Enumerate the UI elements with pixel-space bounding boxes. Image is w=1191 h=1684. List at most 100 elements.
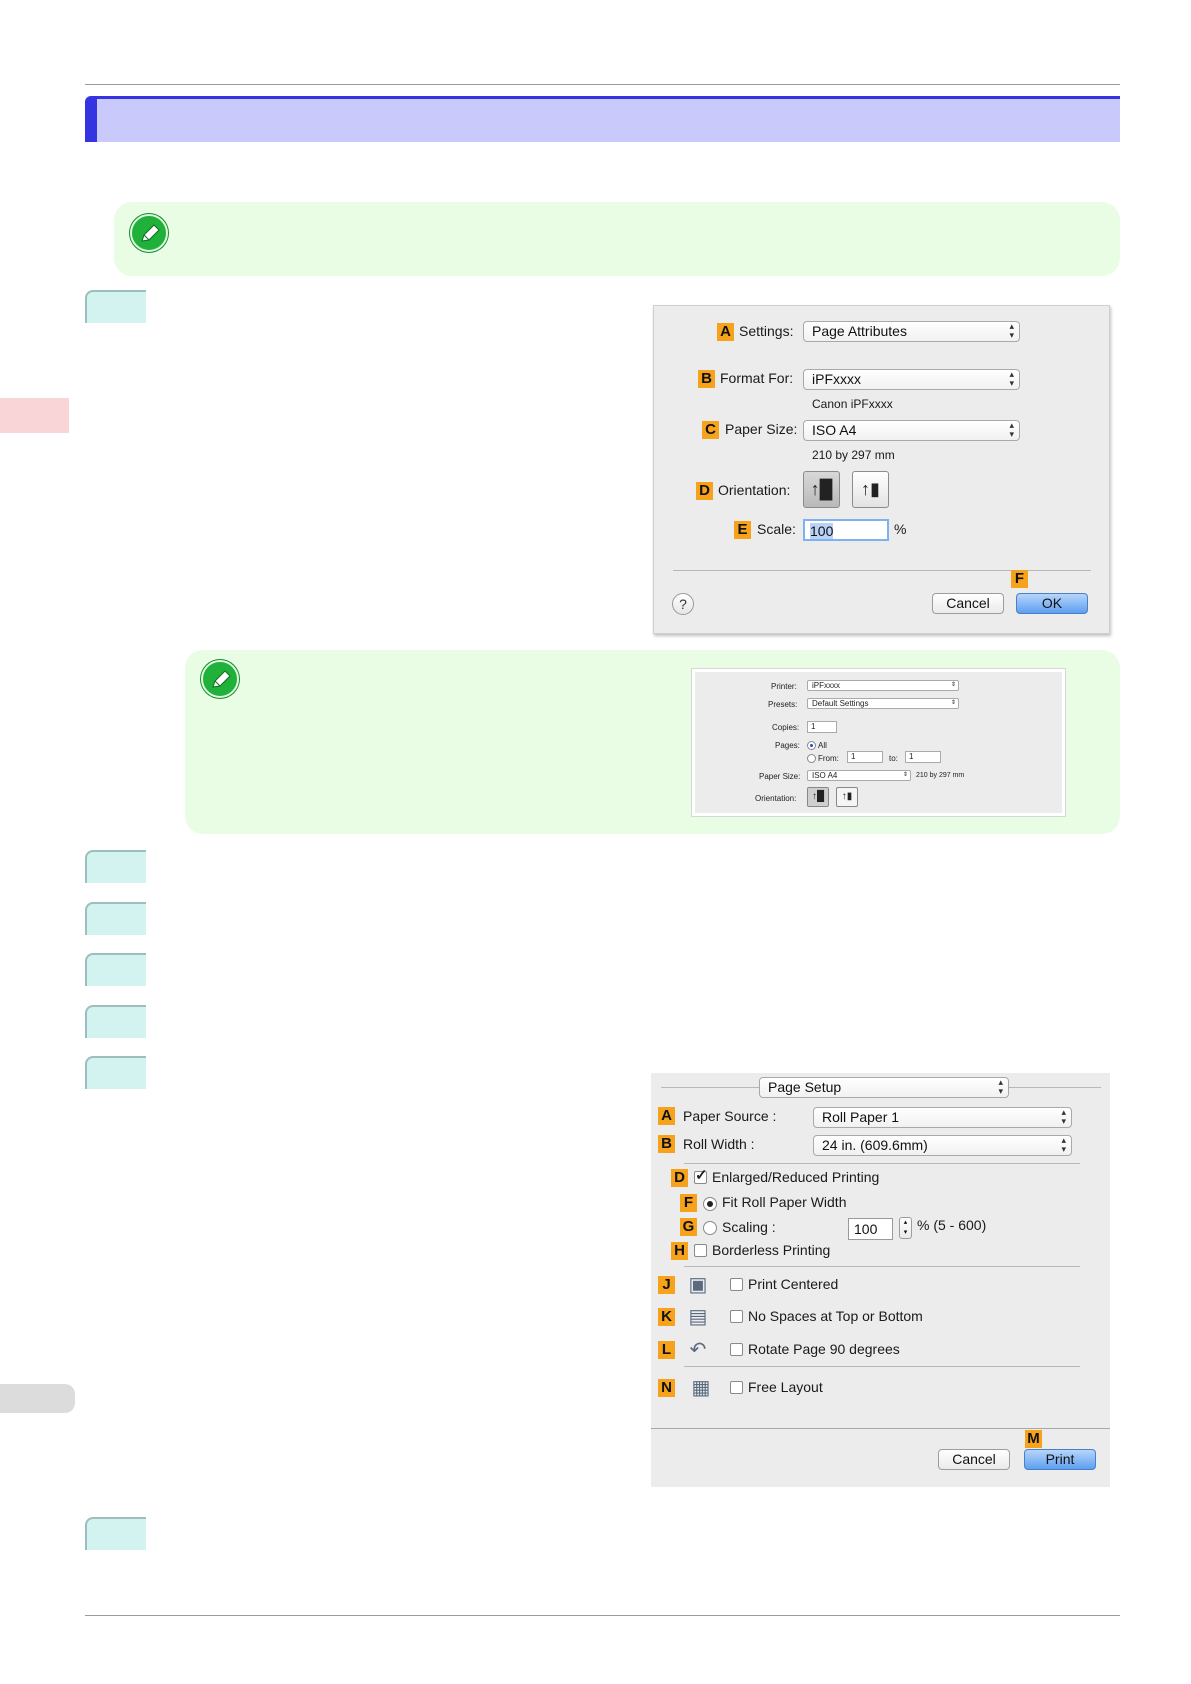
panel-value: Page Setup: [768, 1079, 842, 1095]
top-rule: [85, 84, 1120, 85]
callout-l: L: [658, 1341, 675, 1359]
settings-select[interactable]: Page Attributes ▴ ▾: [803, 321, 1020, 342]
enlarged-checkbox[interactable]: ✓: [694, 1167, 708, 1184]
callout-d: D: [696, 482, 713, 500]
callout-g: G: [680, 1218, 697, 1236]
printer-value: iPFxxxx: [812, 681, 840, 690]
updown-arrows-icon: ▴ ▾: [998, 1077, 1003, 1096]
step-tab-6: [85, 1056, 146, 1089]
paper-source-value: Roll Paper 1: [822, 1109, 900, 1125]
format-for-select[interactable]: iPFxxxx ▴ ▾: [803, 369, 1020, 390]
paper-size-dimensions: 210 by 297 mm: [812, 448, 895, 462]
settings-label: Settings:: [739, 323, 794, 339]
pages-from-input[interactable]: 1: [847, 751, 883, 763]
no-spaces-checkbox[interactable]: [730, 1310, 743, 1323]
paper-size-label: Paper Size:: [725, 421, 798, 437]
fit-roll-label: Fit Roll Paper Width: [722, 1194, 847, 1210]
scaling-range: % (5 - 600): [917, 1217, 987, 1233]
pencil-icon: [201, 660, 239, 698]
section-separator: [684, 1266, 1080, 1267]
free-layout-checkbox[interactable]: [730, 1381, 743, 1394]
mini-orientation-label: Orientation:: [755, 794, 797, 803]
scaling-input[interactable]: 100: [848, 1218, 893, 1240]
portrait-icon[interactable]: ↑█: [807, 787, 829, 807]
format-for-label: Format For:: [720, 370, 794, 386]
dialog-separator: [673, 570, 1091, 571]
printer-select[interactable]: iPFxxxx ⇕: [807, 680, 959, 691]
pencil-icon: [130, 214, 168, 252]
free-layout-label: Free Layout: [748, 1379, 823, 1395]
page-setup-dialog: A Settings: Page Attributes ▴ ▾ B Format …: [653, 305, 1110, 634]
rotate-checkbox[interactable]: [730, 1343, 743, 1356]
no-spaces-icon: ▤: [688, 1306, 708, 1328]
landscape-icon[interactable]: ↑▮: [852, 471, 889, 508]
callout-c: C: [702, 421, 719, 439]
panel-select[interactable]: Page Setup ▴ ▾: [759, 1077, 1009, 1098]
scaling-radio[interactable]: [703, 1221, 717, 1235]
updown-arrows-icon: ▴ ▾: [1009, 369, 1014, 388]
portrait-icon[interactable]: ↑█: [803, 471, 840, 508]
roll-width-value: 24 in. (609.6mm): [822, 1137, 928, 1153]
landscape-icon[interactable]: ↑▮: [836, 787, 858, 807]
scale-input[interactable]: 100: [803, 519, 889, 541]
print-centered-checkbox[interactable]: [730, 1278, 743, 1291]
paper-size-value: ISO A4: [812, 422, 857, 438]
step-tab-5: [85, 1005, 146, 1038]
pages-all-radio[interactable]: [807, 741, 816, 750]
callout-h: H: [671, 1242, 688, 1260]
footer-separator: [651, 1428, 1110, 1429]
rotate-page-icon: ↶: [689, 1339, 707, 1361]
callout-m: M: [1025, 1430, 1042, 1448]
scale-unit: %: [894, 521, 907, 537]
enlarged-label: Enlarged/Reduced Printing: [712, 1169, 880, 1185]
mini-paper-size-select[interactable]: ISO A4 ⇕: [807, 770, 911, 781]
step-tab-3: [85, 902, 146, 935]
chapter-side-tab: [0, 398, 69, 433]
section-title-bar: [85, 96, 1120, 142]
no-spaces-label: No Spaces at Top or Bottom: [748, 1308, 923, 1324]
note-box: [114, 202, 1120, 276]
step-tab-7: [85, 1517, 146, 1550]
presets-select[interactable]: Default Settings ⇕: [807, 698, 959, 709]
cancel-button[interactable]: Cancel: [938, 1449, 1010, 1470]
roll-width-label: Roll Width :: [683, 1136, 755, 1152]
print-centered-label: Print Centered: [748, 1276, 839, 1292]
callout-k: K: [658, 1308, 675, 1326]
help-icon[interactable]: ?: [672, 593, 694, 615]
copies-input[interactable]: 1: [807, 721, 837, 733]
paper-size-select[interactable]: ISO A4 ▴ ▾: [803, 420, 1020, 441]
updown-arrows-icon: ▴ ▾: [1061, 1107, 1066, 1126]
note-box-2: Printer: iPFxxxx ⇕ Presets: Default Setti…: [185, 650, 1120, 834]
presets-value: Default Settings: [812, 699, 869, 708]
orientation-label: Orientation:: [718, 482, 791, 498]
rotate-label: Rotate Page 90 degrees: [748, 1341, 900, 1357]
bottom-rule: [85, 1615, 1120, 1616]
step-tab-1: [85, 290, 146, 323]
callout-j: J: [658, 1276, 675, 1294]
callout-f: F: [1011, 570, 1028, 588]
pages-to-input[interactable]: 1: [905, 751, 941, 763]
pages-from-radio[interactable]: [807, 754, 816, 763]
updown-arrows-icon: ⇕: [950, 682, 956, 688]
paper-source-select[interactable]: Roll Paper 1 ▴ ▾: [813, 1107, 1072, 1128]
format-for-value: iPFxxxx: [812, 371, 861, 387]
print-dialog: Page Setup ▴ ▾ A Paper Source : Roll Pape…: [651, 1073, 1110, 1487]
ok-button[interactable]: OK: [1016, 593, 1088, 614]
settings-value: Page Attributes: [812, 323, 907, 339]
scaling-stepper[interactable]: ▴ ▾: [899, 1217, 912, 1239]
borderless-checkbox[interactable]: [694, 1244, 707, 1257]
cancel-button[interactable]: Cancel: [932, 593, 1004, 614]
pages-label: Pages:: [775, 741, 800, 750]
print-button[interactable]: Print: [1024, 1449, 1096, 1470]
updown-arrows-icon: ⇕: [902, 772, 908, 778]
scale-value: 100: [810, 523, 834, 539]
roll-width-select[interactable]: 24 in. (609.6mm) ▴ ▾: [813, 1135, 1072, 1156]
updown-arrows-icon: ⇕: [950, 700, 956, 706]
mini-paper-size-value: ISO A4: [812, 771, 838, 780]
step-tab-4: [85, 953, 146, 986]
section-separator: [684, 1366, 1080, 1367]
index-side-tab: [0, 1384, 75, 1413]
fit-roll-radio[interactable]: [703, 1197, 717, 1211]
updown-arrows-icon: ▴ ▾: [1009, 321, 1014, 340]
updown-arrows-icon: ▴ ▾: [1061, 1135, 1066, 1154]
